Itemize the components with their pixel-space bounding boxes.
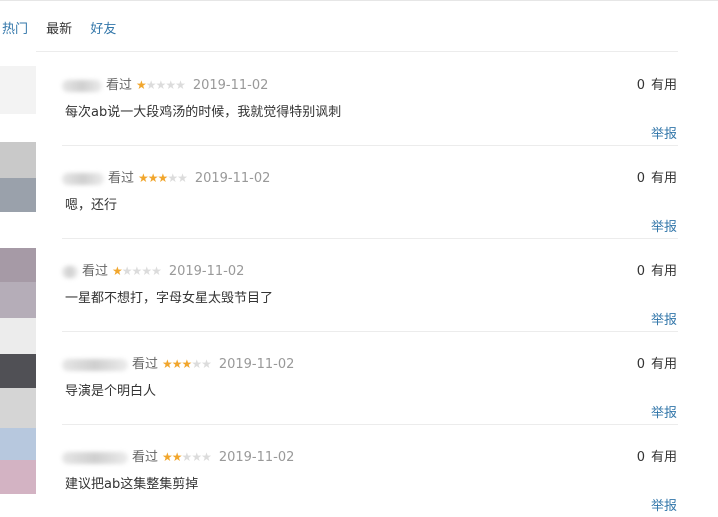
star-empty-icon: ★ (181, 450, 193, 464)
comment-text: 一星都不想打，字母女星太毁节目了 (65, 291, 274, 306)
comment-date: 2019-11-02 (168, 264, 245, 279)
watch-status: 看过 (108, 171, 135, 186)
star-empty-icon: ★ (201, 357, 212, 371)
username-blurred (62, 451, 128, 464)
star-empty-icon: ★ (131, 264, 143, 278)
report-link[interactable]: 举报 (651, 216, 677, 235)
star-empty-icon: ★ (191, 357, 202, 371)
avatar (0, 142, 36, 178)
comment-text: 建议把ab这集整集剪掉 (65, 477, 199, 492)
useful-label: 有用 (650, 171, 677, 186)
useful-vote[interactable]: 0 有用 (637, 167, 677, 186)
avatar (0, 354, 36, 388)
comment-item: 看过 ★★★★★ 2019-11-02 建议把ab这集整集剪掉 0 有用 举报 (62, 424, 678, 517)
avatar (0, 460, 36, 494)
comment-meta: 看过 ★★★★★ 2019-11-02 (62, 353, 294, 372)
username-blurred (62, 358, 128, 371)
useful-vote[interactable]: 0 有用 (637, 74, 677, 93)
useful-label: 有用 (650, 78, 677, 93)
rating-stars: ★★★★★ (162, 450, 212, 464)
username-blurred (62, 79, 102, 92)
star-filled-icon: ★ (112, 264, 123, 278)
watch-status: 看过 (132, 450, 159, 465)
watch-status: 看过 (132, 357, 159, 372)
comment-meta: 看过 ★★★★★ 2019-11-02 (62, 446, 294, 465)
avatar (0, 318, 36, 354)
useful-vote[interactable]: 0 有用 (637, 446, 677, 465)
comment-date: 2019-11-02 (192, 78, 269, 93)
comment-meta: 看过 ★★★★★ 2019-11-02 (62, 260, 244, 279)
avatar (0, 66, 36, 114)
report-link[interactable]: 举报 (651, 495, 677, 514)
comment-item: 看过 ★★★★★ 2019-11-02 一星都不想打，字母女星太毁节目了 0 有用 举… (62, 238, 678, 332)
report-link[interactable]: 举报 (651, 402, 677, 421)
comment-date: 2019-11-02 (218, 357, 295, 372)
tab-friends[interactable]: 好友 (90, 22, 116, 37)
useful-vote[interactable]: 0 有用 (637, 260, 677, 279)
useful-label: 有用 (650, 450, 677, 465)
comment-item: 看过 ★★★★★ 2019-11-02 导演是个明白人 0 有用 举报 (62, 331, 678, 425)
report-link[interactable]: 举报 (651, 123, 677, 142)
avatar (0, 388, 36, 428)
star-empty-icon: ★ (191, 450, 202, 464)
useful-vote[interactable]: 0 有用 (637, 353, 677, 372)
avatar-column (0, 52, 62, 514)
star-filled-icon: ★ (136, 78, 147, 92)
watch-status: 看过 (82, 264, 109, 279)
top-divider (0, 0, 718, 1)
vote-count: 0 (636, 357, 645, 372)
star-empty-icon: ★ (121, 264, 133, 278)
star-empty-icon: ★ (165, 78, 176, 92)
star-empty-icon: ★ (175, 78, 186, 92)
avatar (0, 248, 36, 282)
star-filled-icon: ★ (162, 450, 173, 464)
star-filled-icon: ★ (171, 450, 183, 464)
star-filled-icon: ★ (138, 171, 149, 185)
vote-count: 0 (636, 78, 645, 93)
comment-item: 看过 ★★★★★ 2019-11-02 每次ab说一大段鸡汤的时候，我就觉得特别讽刺… (62, 52, 678, 146)
comment-meta: 看过 ★★★★★ 2019-11-02 (62, 74, 268, 93)
watch-status: 看过 (106, 78, 133, 93)
sort-tabs: 热门 最新 好友 (2, 18, 130, 37)
star-empty-icon: ★ (155, 78, 167, 92)
rating-stars: ★★★★★ (138, 171, 188, 185)
avatar (0, 428, 36, 460)
rating-stars: ★★★★★ (112, 264, 162, 278)
useful-label: 有用 (650, 357, 677, 372)
useful-label: 有用 (650, 264, 677, 279)
star-filled-icon: ★ (162, 357, 173, 371)
comment-text: 导演是个明白人 (65, 384, 157, 399)
star-empty-icon: ★ (141, 264, 152, 278)
comment-item: 看过 ★★★★★ 2019-11-02 嗯，还行 0 有用 举报 (62, 145, 678, 239)
comment-text: 嗯，还行 (65, 198, 118, 213)
username-blurred (62, 265, 78, 278)
avatar (0, 282, 36, 318)
vote-count: 0 (636, 264, 645, 279)
comment-text: 每次ab说一大段鸡汤的时候，我就觉得特别讽刺 (65, 105, 342, 120)
comment-meta: 看过 ★★★★★ 2019-11-02 (62, 167, 270, 186)
tab-latest[interactable]: 最新 (46, 22, 72, 37)
star-filled-icon: ★ (157, 171, 169, 185)
avatar (0, 178, 36, 212)
star-empty-icon: ★ (177, 171, 188, 185)
star-empty-icon: ★ (167, 171, 178, 185)
vote-count: 0 (636, 171, 645, 186)
comment-date: 2019-11-02 (194, 171, 271, 186)
vote-count: 0 (636, 450, 645, 465)
tab-hot[interactable]: 热门 (2, 22, 28, 37)
username-blurred (62, 172, 104, 185)
star-filled-icon: ★ (181, 357, 193, 371)
report-link[interactable]: 举报 (651, 309, 677, 328)
comment-date: 2019-11-02 (218, 450, 295, 465)
star-empty-icon: ★ (145, 78, 157, 92)
star-filled-icon: ★ (171, 357, 183, 371)
rating-stars: ★★★★★ (136, 78, 186, 92)
star-empty-icon: ★ (201, 450, 212, 464)
rating-stars: ★★★★★ (162, 357, 212, 371)
star-empty-icon: ★ (151, 264, 162, 278)
star-filled-icon: ★ (147, 171, 159, 185)
